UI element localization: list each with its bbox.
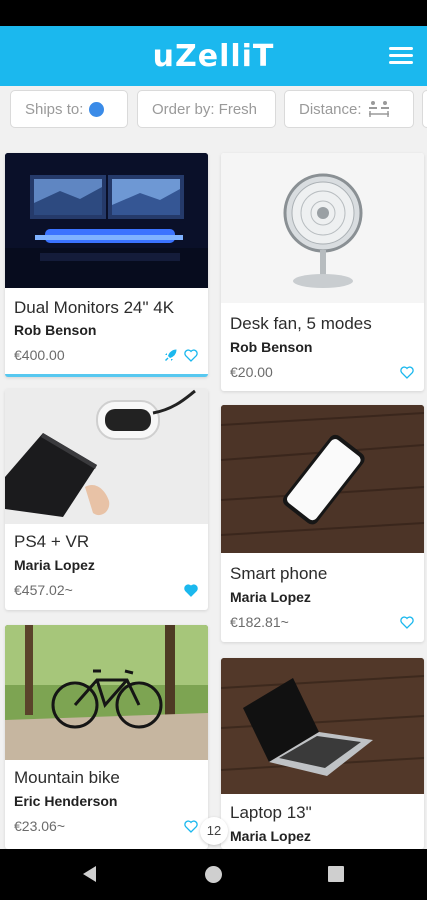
system-nav-bar [0,849,427,900]
more-filter[interactable] [422,90,427,128]
listing-card[interactable]: Desk fan, 5 modes Rob Benson €20.00 [221,153,424,391]
listing-seller: Eric Henderson [14,793,118,809]
rocket-icon [165,349,177,361]
ships-to-filter[interactable]: Ships to: [10,90,128,128]
listing-seller: Maria Lopez [14,557,95,573]
listing-price: €457.02~ [14,582,73,598]
ships-to-label: Ships to: [25,100,84,118]
favorite-heart-icon[interactable] [400,616,414,629]
globe-icon [89,101,105,117]
listing-price: €400.00 [14,347,65,363]
home-icon[interactable] [205,866,222,883]
listing-price: €182.81~ [230,614,289,630]
status-bar [0,0,427,26]
listing-photo-bike [5,625,208,760]
listing-title: Laptop 13" [230,803,312,822]
listing-seller: Maria Lopez [230,828,311,844]
favorite-heart-icon[interactable] [400,366,414,379]
order-by-label: Order by: Fresh [152,100,258,118]
distance-icon [368,101,389,117]
listing-photo-fan [221,153,424,303]
page-indicator[interactable]: 12 [200,817,228,845]
listing-card[interactable]: Smart phone Maria Lopez €182.81~ [221,405,424,642]
listing-card[interactable]: PS4 + VR Maria Lopez €457.02~ [5,389,208,610]
listing-seller: Maria Lopez [230,589,311,605]
app-logo[interactable]: uZelliT [0,39,427,74]
app-header: uZelliT [0,26,427,86]
listing-title: Mountain bike [14,768,120,787]
favorite-heart-filled-icon[interactable] [184,584,198,597]
distance-filter[interactable]: Distance: [284,90,414,128]
listing-card[interactable]: Laptop 13" Maria Lopez [221,658,424,849]
listing-title: Desk fan, 5 modes [230,314,372,333]
listing-title: Dual Monitors 24" 4K [14,298,175,317]
listing-photo-laptop [221,658,424,794]
listing-card[interactable]: Mountain bike Eric Henderson €23.06~ [5,625,208,849]
listing-price: €20.00 [230,364,273,380]
listing-seller: Rob Benson [14,322,97,338]
favorite-heart-icon[interactable] [184,349,198,362]
listing-photo-phone [221,405,424,553]
listing-title: PS4 + VR [14,532,90,551]
listing-photo-ps4 [5,389,208,524]
listing-photo-monitors [5,153,208,288]
listing-feed[interactable]: Dual Monitors 24" 4K Rob Benson €400.00 [0,136,427,849]
back-icon[interactable] [83,866,96,882]
favorite-heart-icon[interactable] [184,820,198,833]
order-by-filter[interactable]: Order by: Fresh [137,90,276,128]
listing-seller: Rob Benson [230,339,313,355]
menu-icon[interactable] [389,47,413,65]
distance-label: Distance: [299,100,362,118]
listing-price: €23.06~ [14,818,65,834]
filter-bar: Ships to: Order by: Fresh Distance: [0,86,427,136]
listing-title: Smart phone [230,564,328,583]
recent-apps-icon[interactable] [328,866,344,882]
listing-card[interactable]: Dual Monitors 24" 4K Rob Benson €400.00 [5,153,208,377]
